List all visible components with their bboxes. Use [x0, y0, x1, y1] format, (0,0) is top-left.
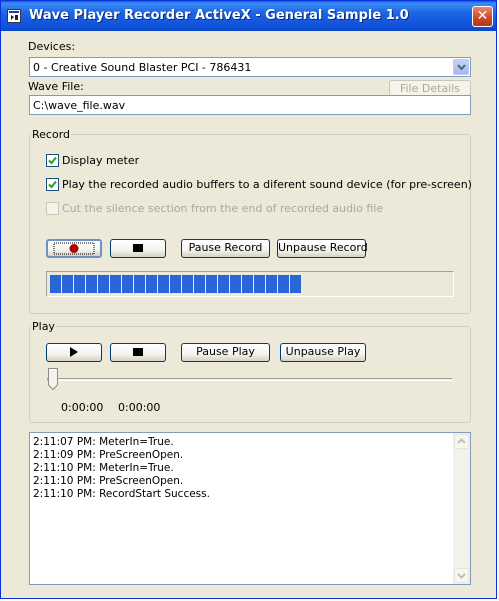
record-button[interactable]: [46, 239, 102, 258]
meter-level-cell: [122, 275, 133, 293]
meter-level-cell: [74, 275, 85, 293]
meter-level-cell: [278, 275, 289, 293]
meter-level-cell: [146, 275, 157, 293]
meter-level-cell: [194, 275, 205, 293]
devices-label: Devices:: [28, 40, 76, 53]
meter-level-cell: [206, 275, 217, 293]
wave-file-label: Wave File:: [28, 80, 84, 93]
scroll-up-button[interactable]: [454, 434, 469, 449]
check-icon: [48, 180, 57, 189]
unpause-record-button[interactable]: Unpause Record: [277, 239, 368, 258]
meter-level-cell: [182, 275, 193, 293]
main-window: Wave Player Recorder ActiveX - General S…: [0, 0, 497, 599]
play-icon: [70, 347, 78, 357]
meter-level-cell: [98, 275, 109, 293]
meter-level-cell: [62, 275, 73, 293]
meter-level-cell: [86, 275, 97, 293]
stop-play-button[interactable]: [110, 343, 166, 362]
wave-file-value: C:\wave_file.wav: [33, 99, 126, 112]
meter-level-cell: [290, 275, 301, 293]
app-icon: [7, 9, 21, 23]
meter-level-cell: [134, 275, 145, 293]
cut-silence-checkbox[interactable]: [46, 202, 59, 215]
pause-play-button[interactable]: Pause Play: [181, 343, 270, 362]
chevron-down-icon: [457, 573, 466, 579]
record-icon: [53, 242, 95, 255]
event-log-list[interactable]: 2:11:07 PM: MeterIn=True. 2:11:09 PM: Pr…: [29, 432, 471, 585]
devices-selected-value: 0 - Creative Sound Blaster PCI - 786431: [33, 61, 252, 74]
stop-icon: [133, 348, 143, 356]
play-position-slider-thumb[interactable]: [48, 368, 58, 390]
log-line: 2:11:10 PM: PreScreenOpen.: [33, 475, 184, 487]
pause-record-button[interactable]: Pause Record: [181, 239, 270, 258]
check-icon: [48, 156, 57, 165]
stop-icon: [133, 244, 143, 252]
play-total-time: 0:00:00: [118, 401, 161, 414]
prescreen-label: Play the recorded audio buffers to a dif…: [62, 178, 472, 191]
meter-level-cell: [158, 275, 169, 293]
log-scrollbar[interactable]: [453, 433, 470, 584]
window-title: Wave Player Recorder ActiveX - General S…: [29, 8, 409, 23]
meter-level-cell: [230, 275, 241, 293]
display-meter-checkbox[interactable]: [46, 154, 59, 167]
log-line: 2:11:10 PM: RecordStart Success.: [33, 488, 210, 500]
log-line: 2:11:09 PM: PreScreenOpen.: [33, 449, 184, 461]
devices-dropdown-button[interactable]: [453, 59, 469, 75]
wave-file-input[interactable]: C:\wave_file.wav: [29, 95, 471, 115]
cut-silence-label: Cut the silence section from the end of …: [62, 202, 384, 215]
meter-level-cell: [110, 275, 121, 293]
close-button[interactable]: ✕: [472, 6, 493, 27]
display-meter-label: Display meter: [62, 154, 140, 167]
meter-level-cell: [242, 275, 253, 293]
unpause-play-button[interactable]: Unpause Play: [280, 343, 366, 362]
meter-level-cell: [266, 275, 277, 293]
meter-level-cell: [170, 275, 181, 293]
chevron-down-icon: [457, 64, 466, 71]
title-bar[interactable]: Wave Player Recorder ActiveX - General S…: [1, 1, 496, 31]
log-line: 2:11:07 PM: MeterIn=True.: [33, 436, 174, 448]
devices-dropdown[interactable]: 0 - Creative Sound Blaster PCI - 786431: [29, 57, 471, 77]
chevron-up-icon: [457, 438, 466, 444]
close-icon: ✕: [476, 8, 489, 24]
play-position-track[interactable]: [47, 378, 453, 381]
stop-record-button[interactable]: [110, 239, 166, 258]
record-level-meter: [46, 271, 454, 297]
meter-level-cell: [254, 275, 265, 293]
play-button[interactable]: [46, 343, 102, 362]
scroll-down-button[interactable]: [454, 568, 469, 583]
prescreen-checkbox[interactable]: [46, 178, 59, 191]
play-group-title: Play: [31, 320, 56, 333]
play-current-time: 0:00:00: [61, 401, 104, 414]
log-line: 2:11:10 PM: MeterIn=True.: [33, 462, 174, 474]
meter-level-cell: [218, 275, 229, 293]
meter-level-cell: [50, 275, 61, 293]
record-group-title: Record: [31, 128, 72, 141]
